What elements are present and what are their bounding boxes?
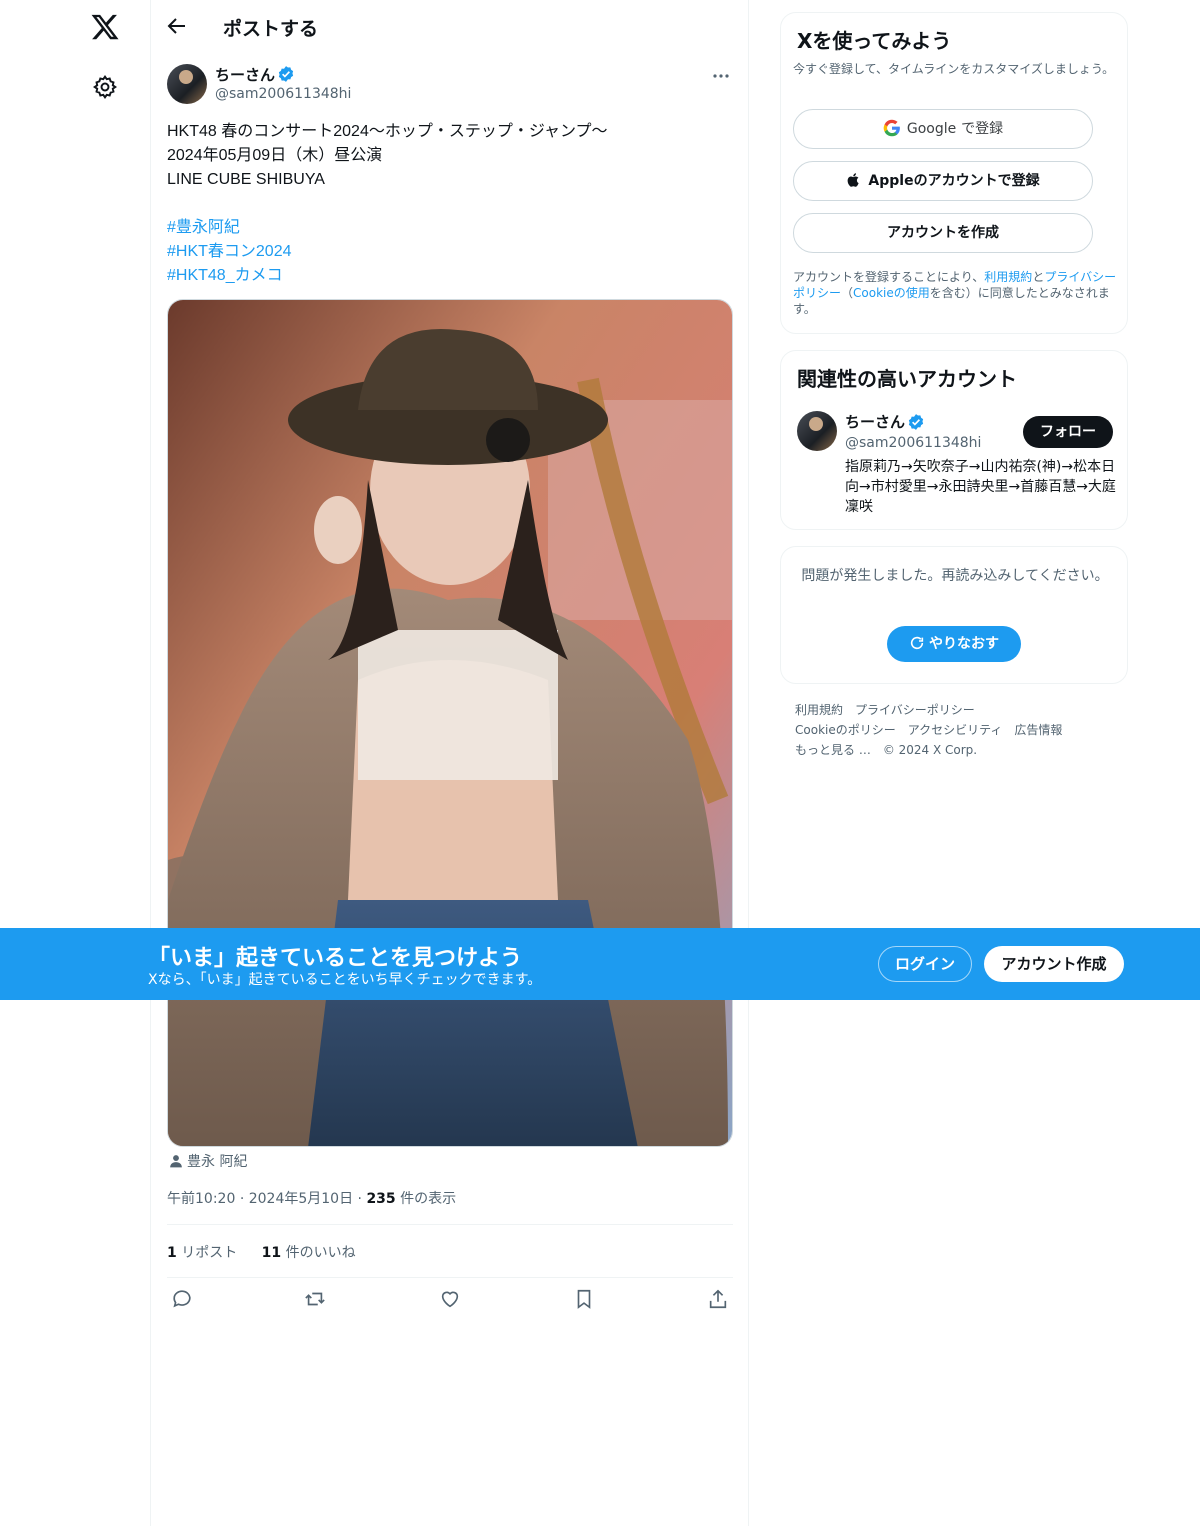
back-arrow-icon[interactable] — [165, 14, 191, 40]
post-actions — [167, 1288, 733, 1314]
views-label: 件の表示 — [400, 1191, 457, 1207]
reposts-count: 1 — [167, 1245, 177, 1261]
post-photo[interactable] — [167, 299, 733, 1147]
post-text-line: LINE CUBE SHIBUYA — [167, 171, 325, 188]
footer-link[interactable]: 広告情報 — [1014, 723, 1062, 737]
error-message: 問題が発生しました。再読み込みしてください。 — [801, 568, 1109, 584]
terms-and: と — [1032, 270, 1045, 284]
copyright: © 2024 X Corp. — [882, 743, 978, 757]
verified-badge-icon — [277, 65, 295, 83]
apple-icon — [846, 166, 862, 204]
related-accounts-card: 関連性の高いアカウント ちーさん @sam200611348hi 指原莉乃→矢吹… — [780, 350, 1128, 530]
repost-icon[interactable] — [304, 1288, 326, 1310]
signup-title: Xを使ってみよう — [797, 29, 952, 53]
apple-signup-button[interactable]: Appleのアカウントで登録 — [793, 161, 1093, 201]
post-text: HKT48 春のコンサート2024〜ホップ・ステップ・ジャンプ〜 2024年05… — [167, 120, 733, 288]
views-count: 235 — [366, 1191, 396, 1207]
google-signup-label: で登録 — [961, 121, 1004, 137]
post-author: ちーさん @sam200611348hi — [167, 64, 733, 108]
author-avatar[interactable] — [167, 64, 207, 104]
reposts-stat[interactable]: 1 リポスト — [167, 1245, 237, 1261]
retry-label: やりなおす — [929, 636, 999, 652]
post-time[interactable]: 午前10:20 — [167, 1191, 235, 1207]
person-icon — [169, 1154, 183, 1172]
post-stats: 1 リポスト 11 件のいいね — [167, 1242, 376, 1262]
signup-description: 今すぐ登録して、タイムラインをカスタマイズしましょう。 — [793, 62, 1115, 76]
related-handle[interactable]: @sam200611348hi — [845, 435, 981, 451]
author-handle[interactable]: @sam200611348hi — [215, 86, 351, 102]
related-bio: 指原莉乃→矢吹奈子→山内祐奈(神)→松本日向→市村愛里→永田詩央里→首藤百慧→大… — [845, 459, 1116, 515]
retry-button[interactable]: やりなおす — [887, 626, 1021, 662]
hashtag-link[interactable]: #HKT春コン2024 — [167, 240, 733, 264]
signup-card: Xを使ってみよう 今すぐ登録して、タイムラインをカスタマイズしましょう。 Goo… — [780, 12, 1128, 334]
banner-subtitle: Xなら、「いま」起きていることをいち早くチェックできます。 — [148, 972, 542, 988]
page-title: ポストする — [223, 18, 319, 40]
banner-title: 「いま」起きていることを見つけよう — [148, 946, 523, 971]
reply-icon[interactable] — [171, 1288, 193, 1310]
related-name[interactable]: ちーさん — [845, 411, 905, 432]
signup-button[interactable]: アカウント作成 — [984, 946, 1124, 982]
post-meta: 午前10:20 · 2024年5月10日 · 235 件の表示 — [167, 1188, 456, 1208]
terms-paren: （ — [841, 286, 854, 300]
footer-link[interactable]: アクセシビリティ — [908, 723, 1003, 737]
related-avatar[interactable] — [797, 411, 837, 451]
gear-icon[interactable] — [92, 74, 118, 100]
divider — [167, 1277, 733, 1278]
tagged-user[interactable]: 豊永 阿紀 — [169, 1151, 247, 1172]
footer-link[interactable]: プライバシーポリシー — [855, 703, 975, 717]
x-logo-icon[interactable] — [90, 12, 120, 42]
error-card: 問題が発生しました。再読み込みしてください。 やりなおす — [780, 546, 1128, 684]
share-icon[interactable] — [707, 1288, 729, 1310]
login-banner: 「いま」起きていることを見つけよう Xなら、「いま」起きていることをいち早くチェ… — [0, 928, 1200, 1000]
post-text-blank — [167, 192, 733, 216]
meta-separator: · — [239, 1191, 249, 1207]
footer-link[interactable]: Cookieのポリシー — [795, 723, 896, 737]
post-text-line: 2024年05月09日（木）昼公演 — [167, 147, 383, 164]
like-icon[interactable] — [439, 1288, 461, 1310]
reposts-label: リポスト — [181, 1245, 238, 1261]
more-options-icon[interactable] — [709, 66, 733, 86]
main-column: ポストする ちーさん @sam200611348hi HKT48 春のコンサート… — [150, 0, 749, 1526]
likes-count: 11 — [261, 1245, 282, 1261]
bookmark-icon[interactable] — [573, 1288, 595, 1310]
post-date[interactable]: 2024年5月10日 — [249, 1191, 353, 1207]
verified-badge-icon — [907, 413, 925, 431]
page-header: ポストする — [151, 0, 749, 53]
google-brand-label: Google — [906, 121, 957, 137]
left-nav — [0, 0, 150, 1526]
terms-prefix: アカウントを登録することにより、 — [793, 270, 985, 284]
divider — [167, 1224, 733, 1225]
hashtag-link[interactable]: #豊永阿紀 — [167, 216, 733, 240]
cookie-use-link[interactable]: Cookieの使用 — [853, 286, 930, 300]
likes-label: 件のいいね — [285, 1245, 356, 1261]
refresh-icon — [909, 629, 925, 665]
login-button[interactable]: ログイン — [878, 946, 972, 982]
terms-notice: アカウントを登録することにより、利用規約とプライバシーポリシー（Cookieの使… — [793, 269, 1121, 317]
footer-link[interactable]: もっと見る … — [795, 743, 871, 757]
hashtag-link[interactable]: #HKT48_カメコ — [167, 264, 733, 288]
google-icon — [883, 114, 901, 152]
footer-links: 利用規約 プライバシーポリシー Cookieのポリシー アクセシビリティ 広告情報 も… — [795, 700, 1125, 760]
follow-button[interactable]: フォロー — [1023, 416, 1113, 448]
related-title: 関連性の高いアカウント — [797, 367, 1017, 391]
footer-link[interactable]: 利用規約 — [795, 703, 843, 717]
apple-signup-label: Appleのアカウントで登録 — [868, 173, 1040, 189]
post-text-line: HKT48 春のコンサート2024〜ホップ・ステップ・ジャンプ〜 — [167, 123, 608, 140]
author-name[interactable]: ちーさん — [215, 64, 275, 85]
tagged-user-name: 豊永 阿紀 — [187, 1154, 248, 1170]
likes-stat[interactable]: 11 件のいいね — [262, 1245, 356, 1261]
google-signup-button[interactable]: Google で登録 — [793, 109, 1093, 149]
terms-of-service-link[interactable]: 利用規約 — [984, 270, 1032, 284]
create-account-button[interactable]: アカウントを作成 — [793, 213, 1093, 253]
